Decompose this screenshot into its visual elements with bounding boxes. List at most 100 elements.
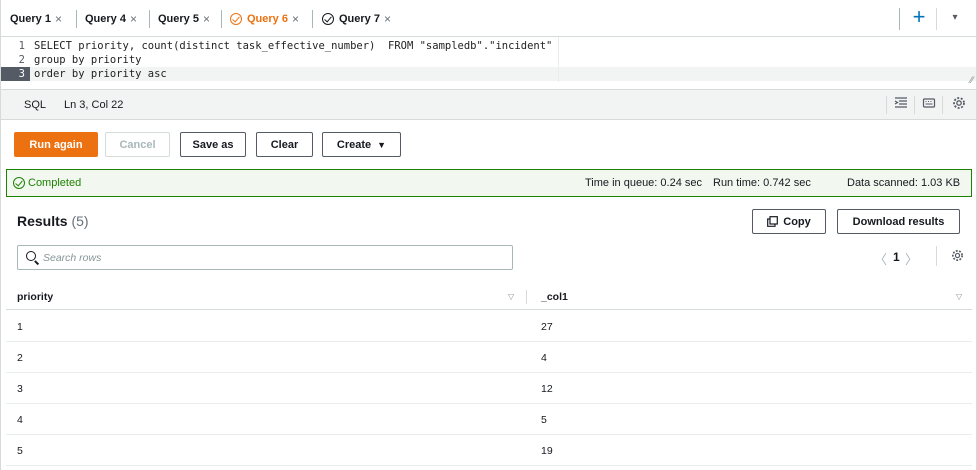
cell-col1: 19 [541,445,553,457]
search-rows-input[interactable]: Search rows [17,245,513,270]
tab-menu-caret-icon[interactable]: ▾ [944,7,966,29]
download-results-button[interactable]: Download results [837,209,960,234]
line-number: 2 [18,54,25,66]
tab-divider [149,10,150,28]
next-page-icon[interactable]: 〉 [905,249,918,268]
time-in-queue: Time in queue: 0.24 sec [585,177,702,189]
status-divider [886,96,887,114]
caret-down-icon: ▼ [377,139,387,150]
tab-query-5[interactable]: Query 5 × [158,0,210,37]
copy-icon [767,216,779,227]
results-table-header: priority ▽ _col1 ▽ [6,283,972,310]
table-row: 3 12 [6,373,972,404]
close-icon[interactable]: × [130,12,137,26]
pager-divider [936,246,937,266]
sort-icon[interactable]: ▽ [956,292,962,301]
check-circle-icon [230,12,242,25]
column-divider[interactable] [526,290,527,304]
code-text[interactable]: SELECT priority, count(distinct task_eff… [30,40,552,52]
keyboard-icon[interactable] [920,96,938,114]
tab-query-7[interactable]: Query 7 × [322,0,391,37]
status-divider [914,96,915,114]
metric-value: 0.742 sec [763,177,811,189]
check-circle-icon [13,177,25,189]
run-again-button[interactable]: Run again [14,132,98,157]
tab-divider [76,10,77,28]
metric-label: Time in queue: [585,177,658,189]
code-line-active[interactable]: 3 order by priority asc [0,67,977,81]
cell-priority: 3 [17,383,23,395]
tab-divider [221,10,222,28]
clear-button[interactable]: Clear [256,132,313,157]
cell-priority: 2 [17,352,23,364]
status-divider [942,96,943,114]
code-line[interactable]: 1 SELECT priority, count(distinct task_e… [0,39,977,53]
add-tab-icon[interactable]: + [908,6,930,29]
create-dropdown-button[interactable]: Create ▼ [322,132,401,157]
line-number: 1 [18,40,25,52]
table-row: 2 4 [6,342,972,373]
tab-label: Query 4 [85,12,126,25]
metric-value: 1.03 KB [921,177,961,189]
save-as-button[interactable]: Save as [180,132,246,157]
cell-priority: 1 [17,321,23,333]
close-icon[interactable]: × [55,12,62,26]
resize-handle-icon[interactable]: ⁄⁄ [970,76,973,86]
search-icon [26,251,36,261]
cell-col1: 4 [541,352,547,364]
cell-priority: 5 [17,445,23,457]
language-indicator: SQL [24,99,47,111]
page-number[interactable]: 1 [893,250,900,264]
copy-label: Copy [783,215,811,228]
cell-col1: 27 [541,321,553,333]
table-settings-icon[interactable] [951,249,964,265]
close-icon[interactable]: × [384,12,391,26]
tab-query-4[interactable]: Query 4 × [85,0,137,37]
tab-label: Query 1 [10,12,51,25]
data-scanned: Data scanned: 1.03 KB [847,177,960,189]
results-heading: Results (5) [17,213,89,229]
tab-actions-divider [899,8,900,30]
cell-col1: 12 [541,383,553,395]
column-header-col1[interactable]: _col1 [541,291,568,303]
cursor-position: Ln 3, Col 22 [64,99,124,111]
execution-status-bar: Completed Time in queue: 0.24 sec Run ti… [6,169,972,197]
sort-icon[interactable]: ▽ [508,292,514,301]
status-completed: Completed [13,177,81,189]
close-icon[interactable]: × [292,12,299,26]
cancel-button[interactable]: Cancel [105,132,170,157]
metric-label: Data scanned: [847,177,918,189]
query-tab-bar: Query 1 × Query 4 × Query 5 × Query 6 × … [0,0,977,37]
code-text[interactable]: order by priority asc [30,68,167,80]
tab-query-6[interactable]: Query 6 × [230,0,299,37]
tab-query-1[interactable]: Query 1 × [10,0,62,37]
metric-label: Run time: [713,177,761,189]
indent-icon[interactable] [892,96,910,114]
settings-icon[interactable] [950,96,968,114]
copy-button[interactable]: Copy [752,209,826,234]
code-line[interactable]: 2 group by priority [0,53,977,67]
search-placeholder: Search rows [43,252,102,264]
tab-actions-divider [936,8,937,30]
close-icon[interactable]: × [203,12,210,26]
prev-page-icon[interactable]: 〈 [874,249,887,268]
cell-col1: 5 [541,414,547,426]
table-row: 5 19 [6,435,972,466]
code-text[interactable]: group by priority [30,54,141,66]
sql-editor[interactable]: 1 SELECT priority, count(distinct task_e… [0,37,977,90]
editor-status-bar: SQL Ln 3, Col 22 [0,90,977,120]
check-circle-icon [322,12,334,25]
tab-divider [312,10,313,28]
tab-label: Query 7 [339,12,380,25]
status-text: Completed [28,177,82,189]
line-number: 3 [0,67,30,81]
tab-label: Query 6 [247,12,288,25]
cell-priority: 4 [17,414,23,426]
run-time: Run time: 0.742 sec [713,177,811,189]
metric-value: 0.24 sec [660,177,703,189]
results-count: (5) [71,213,89,229]
table-row: 1 27 [6,311,972,342]
table-row: 4 5 [6,404,972,435]
column-header-priority[interactable]: priority [17,291,53,303]
results-title: Results [17,213,68,229]
